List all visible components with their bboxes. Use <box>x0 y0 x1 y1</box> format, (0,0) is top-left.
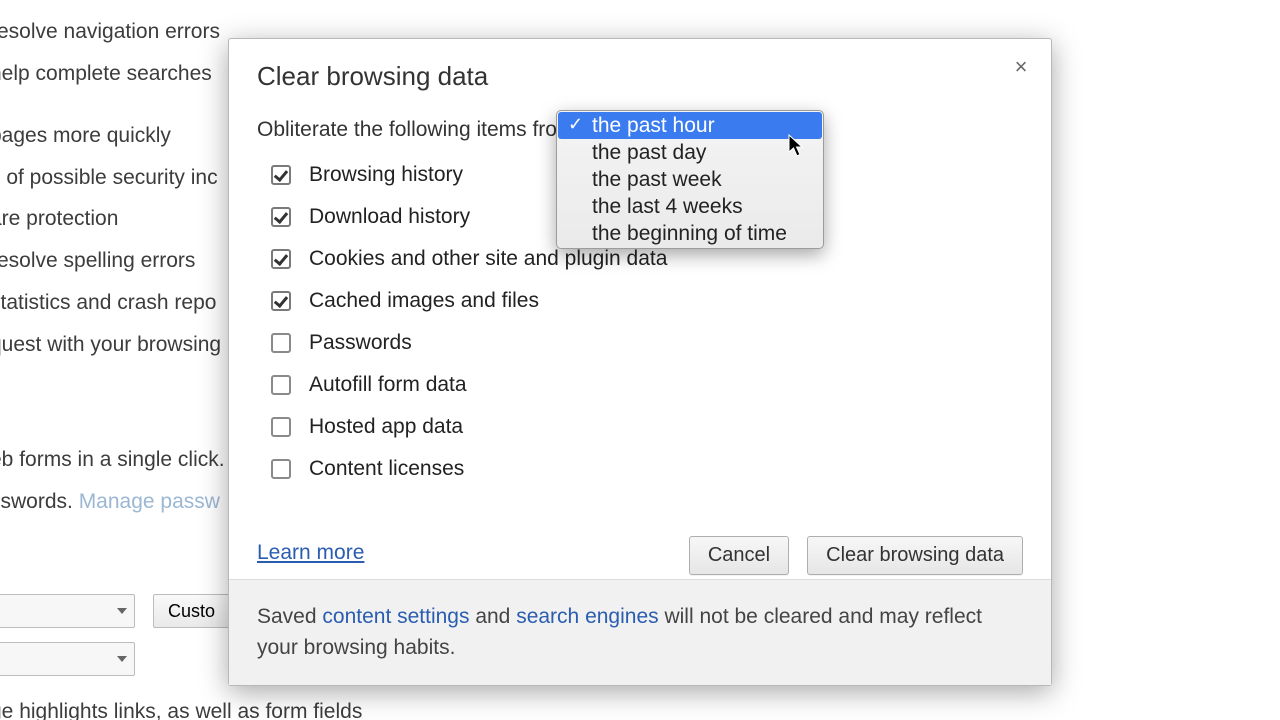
data-type-checkbox[interactable] <box>271 165 291 185</box>
time-range-option[interactable]: the beginning of time <box>558 220 822 247</box>
data-type-label: Hosted app data <box>309 415 463 439</box>
data-type-checkbox[interactable] <box>271 459 291 479</box>
search-engines-link[interactable]: search engines <box>516 605 658 628</box>
close-icon: × <box>1015 54 1028 80</box>
footer-text: Saved <box>257 605 322 628</box>
data-type-row: Content licenses <box>271 448 1051 490</box>
time-range-dropdown[interactable]: the past hourthe past daythe past weekth… <box>556 110 824 249</box>
data-type-row: Autofill form data <box>271 364 1051 406</box>
data-type-checkbox[interactable] <box>271 207 291 227</box>
data-type-row: Passwords <box>271 322 1051 364</box>
dialog-title: Clear browsing data <box>229 39 1051 102</box>
close-button[interactable]: × <box>1009 55 1033 79</box>
cancel-button[interactable]: Cancel <box>689 536 789 575</box>
modal-overlay: × Clear browsing data Obliterate the fol… <box>0 0 1280 720</box>
data-type-checkbox[interactable] <box>271 291 291 311</box>
clear-browsing-data-button[interactable]: Clear browsing data <box>807 536 1023 575</box>
data-type-label: Passwords <box>309 331 412 355</box>
content-settings-link[interactable]: content settings <box>322 605 469 628</box>
data-type-label: Download history <box>309 205 470 229</box>
footer-text: and <box>469 605 516 628</box>
time-range-option[interactable]: the past hour <box>558 112 822 139</box>
time-range-option[interactable]: the past week <box>558 166 822 193</box>
data-type-row: Cached images and files <box>271 280 1051 322</box>
time-range-option[interactable]: the past day <box>558 139 822 166</box>
data-type-label: Content licenses <box>309 457 464 481</box>
data-type-row: Hosted app data <box>271 406 1051 448</box>
data-type-label: Cookies and other site and plugin data <box>309 247 667 271</box>
data-type-checkbox[interactable] <box>271 375 291 395</box>
dialog-footer-note: Saved content settings and search engine… <box>229 579 1051 685</box>
time-range-option[interactable]: the last 4 weeks <box>558 193 822 220</box>
data-type-checkbox[interactable] <box>271 249 291 269</box>
data-type-label: Cached images and files <box>309 289 539 313</box>
learn-more-link[interactable]: Learn more <box>257 541 364 565</box>
data-type-checkbox[interactable] <box>271 333 291 353</box>
data-type-label: Autofill form data <box>309 373 467 397</box>
data-type-label: Browsing history <box>309 163 463 187</box>
data-type-checkbox[interactable] <box>271 417 291 437</box>
